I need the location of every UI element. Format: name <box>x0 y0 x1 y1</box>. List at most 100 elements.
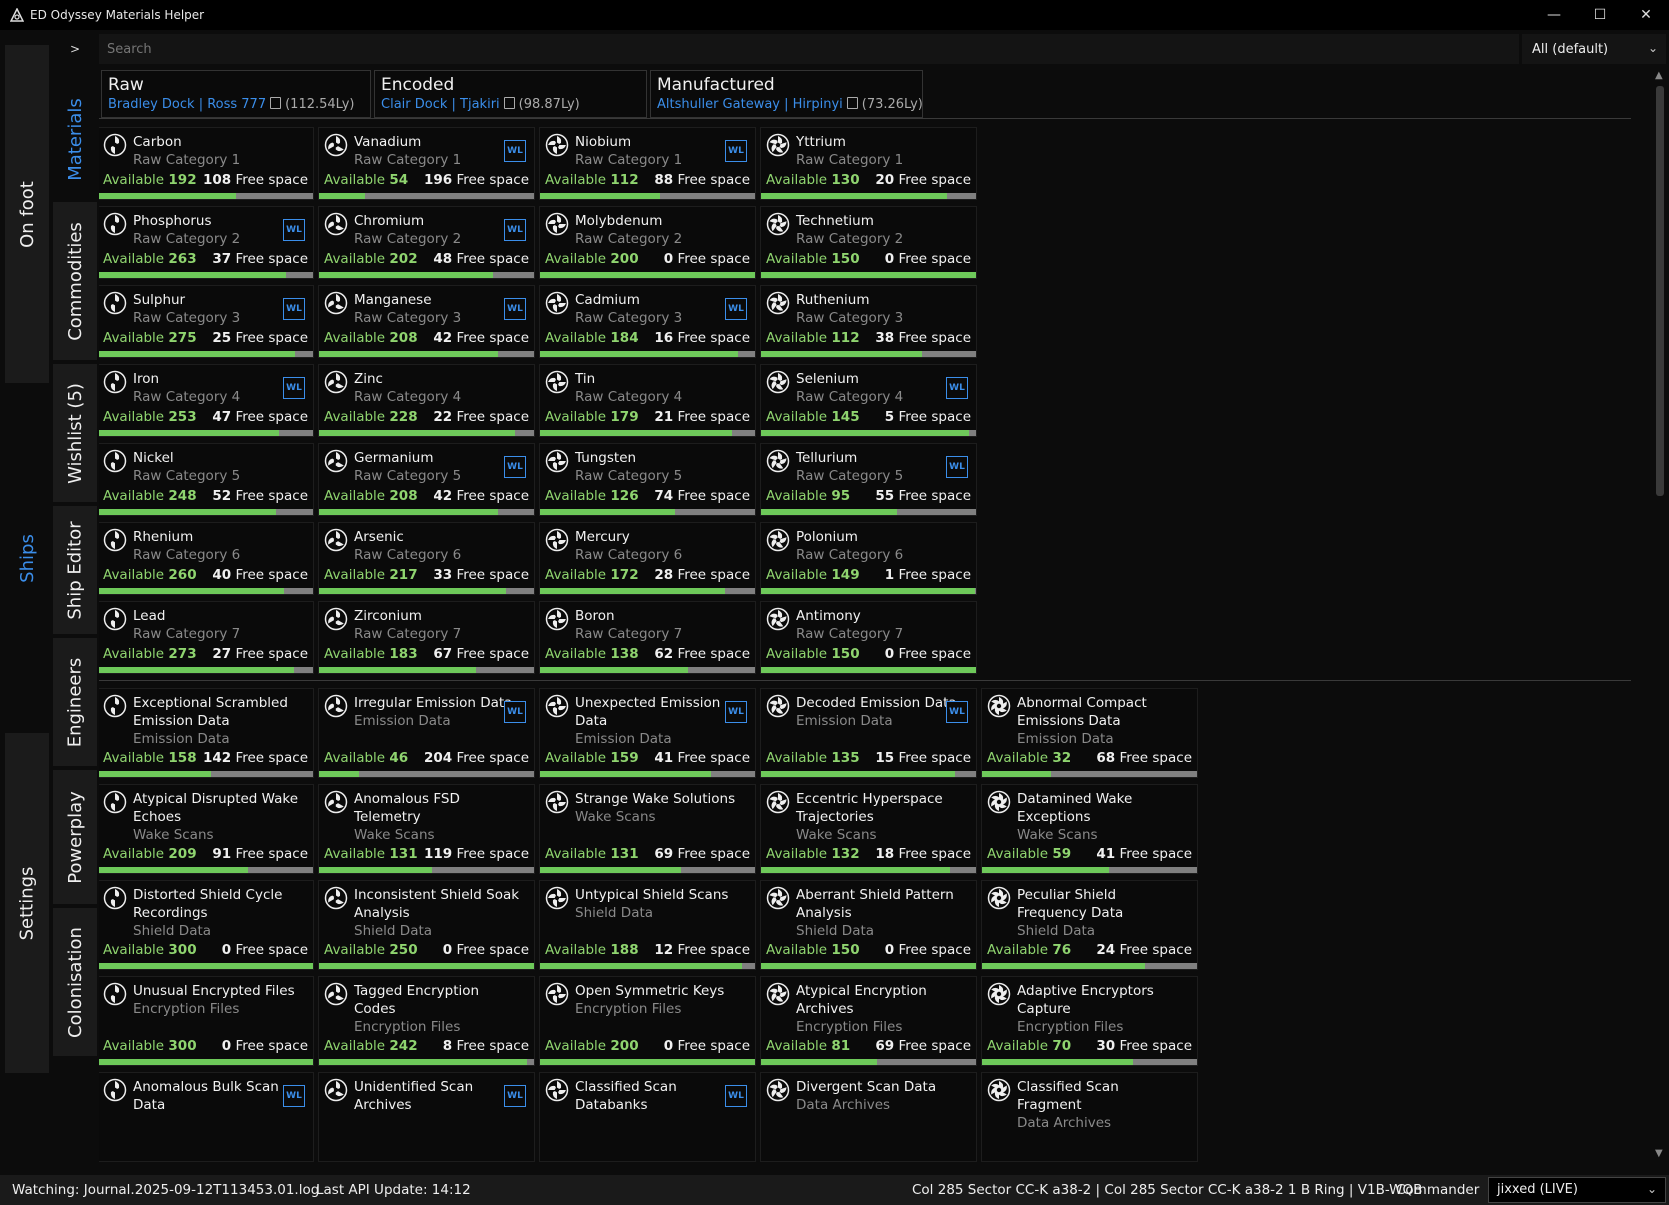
available-count: Available 159 <box>545 750 639 766</box>
tab-settings[interactable]: Settings <box>5 733 49 1075</box>
scrollbar-thumb[interactable] <box>1656 86 1664 496</box>
material-card[interactable]: Selenium Raw Category 4 WL Available 145 5 F… <box>760 364 977 437</box>
material-card[interactable]: Irregular Emission Data Emission Data WL Av… <box>318 688 535 778</box>
free-space-count: 33 Free space <box>433 567 529 583</box>
material-card[interactable]: Peculiar Shield Frequency Data Shield Dat… <box>981 880 1198 970</box>
material-card[interactable]: Tellurium Raw Category 5 WL Available 95 55 … <box>760 443 977 516</box>
material-card[interactable]: Abnormal Compact Emissions Data Emission … <box>981 688 1198 778</box>
material-card[interactable]: Arsenic Raw Category 6 Available 217 33 Fre… <box>318 522 535 595</box>
material-card[interactable]: Exceptional Scrambled Emission Data Emiss… <box>99 688 314 778</box>
material-card[interactable]: Decoded Emission Data Emission Data WL Avai… <box>760 688 977 778</box>
material-card[interactable]: Polonium Raw Category 6 Available 149 1 Fre… <box>760 522 977 595</box>
material-card[interactable]: Classified Scan Fragment Data Archives <box>981 1072 1198 1162</box>
material-card[interactable]: Divergent Scan Data Data Archives <box>760 1072 977 1162</box>
material-card[interactable]: Phosphorus Raw Category 2 WL Available 263 3… <box>99 206 314 279</box>
material-card[interactable]: Untypical Shield Scans Shield Data Availab… <box>539 880 756 970</box>
free-space-count: 24 Free space <box>1096 942 1192 958</box>
material-card[interactable]: Sulphur Raw Category 3 WL Available 275 25 F… <box>99 285 314 358</box>
scroll-down-icon[interactable]: ▼ <box>1655 1148 1663 1159</box>
material-card[interactable]: Eccentric Hyperspace Trajectories Wake Sc… <box>760 784 977 874</box>
material-card[interactable]: Technetium Raw Category 2 Available 150 0 F… <box>760 206 977 279</box>
vertical-scrollbar[interactable]: ▲ ▼ <box>1653 68 1667 1168</box>
material-card[interactable]: Aberrant Shield Pattern Analysis Shield D… <box>760 880 977 970</box>
material-card[interactable]: Mercury Raw Category 6 Available 172 28 Fre… <box>539 522 756 595</box>
material-card[interactable]: Yttrium Raw Category 1 Available 130 20 Fre… <box>760 127 977 200</box>
material-card[interactable]: Zinc Raw Category 4 Available 228 22 Free s… <box>318 364 535 437</box>
maximize-icon[interactable]: ☐ <box>1577 0 1623 30</box>
material-name: Distorted Shield Cycle Recordings Shield … <box>133 886 301 940</box>
scroll-up-icon[interactable]: ▲ <box>1655 70 1663 81</box>
material-card[interactable]: Lead Raw Category 7 Available 273 27 Free s… <box>99 601 314 674</box>
commander-select[interactable]: jixxed (LIVE) ⌄ <box>1488 1177 1666 1203</box>
material-card[interactable]: Manganese Raw Category 3 WL Available 208 42… <box>318 285 535 358</box>
material-grade-icon <box>324 291 348 315</box>
material-card[interactable]: Distorted Shield Cycle Recordings Shield … <box>99 880 314 970</box>
tab-wishlist[interactable]: Wishlist (5) <box>53 364 97 504</box>
available-count: Available 95 <box>766 488 851 504</box>
filter-select[interactable]: All (default) ⌄ <box>1522 34 1666 64</box>
material-card[interactable]: Rhenium Raw Category 6 Available 260 40 Fre… <box>99 522 314 595</box>
material-card[interactable]: Anomalous Bulk Scan Data WL <box>99 1072 314 1162</box>
material-card[interactable]: Chromium Raw Category 2 WL Available 202 48 … <box>318 206 535 279</box>
material-card[interactable]: Tagged Encryption Codes Encryption Files A… <box>318 976 535 1066</box>
material-card[interactable]: Molybdenum Raw Category 2 Available 200 0 F… <box>539 206 756 279</box>
trader-location-link[interactable]: Clair Dock | Tjakiri <box>381 97 500 112</box>
material-card[interactable]: Unusual Encrypted Files Encryption Files A… <box>99 976 314 1066</box>
trader-location-link[interactable]: Altshuller Gateway | Hirpinyi <box>657 97 843 112</box>
material-card[interactable]: Tungsten Raw Category 5 Available 126 74 Fr… <box>539 443 756 516</box>
material-grade-icon <box>766 449 790 473</box>
material-card[interactable]: Iron Raw Category 4 WL Available 253 47 Free… <box>99 364 314 437</box>
close-icon[interactable]: ✕ <box>1623 0 1669 30</box>
material-card[interactable]: Tin Raw Category 4 Available 179 21 Free sp… <box>539 364 756 437</box>
material-card[interactable]: Boron Raw Category 7 Available 138 62 Free … <box>539 601 756 674</box>
material-card[interactable]: Germanium Raw Category 5 WL Available 208 42… <box>318 443 535 516</box>
search-input[interactable] <box>99 34 1519 64</box>
tab-colonisation[interactable]: Colonisation <box>53 908 97 1058</box>
material-grade-icon <box>103 694 127 718</box>
material-card[interactable]: Anomalous FSD Telemetry Wake Scans Availab… <box>318 784 535 874</box>
material-card[interactable]: Ruthenium Raw Category 3 Available 112 38 F… <box>760 285 977 358</box>
material-card[interactable]: Carbon Raw Category 1 Available 192 108 Fre… <box>99 127 314 200</box>
material-card[interactable]: Unexpected Emission Data Emission Data WL A… <box>539 688 756 778</box>
material-card[interactable]: Open Symmetric Keys Encryption Files Avail… <box>539 976 756 1066</box>
free-space-count: 0 Free space <box>663 251 750 267</box>
material-card[interactable]: Niobium Raw Category 1 WL Available 112 88 F… <box>539 127 756 200</box>
free-space-count: 42 Free space <box>433 330 529 346</box>
material-category: Data Archives <box>796 1097 891 1113</box>
copy-icon[interactable] <box>503 97 515 109</box>
copy-icon[interactable] <box>270 97 282 109</box>
material-card[interactable]: Strange Wake Solutions Wake Scans Availabl… <box>539 784 756 874</box>
available-count: Available 242 <box>324 1038 418 1054</box>
available-count: Available 135 <box>766 750 860 766</box>
storage-bar <box>540 351 755 357</box>
tab-materials[interactable]: Materials <box>53 80 97 200</box>
tab-engineers[interactable]: Engineers <box>53 638 97 768</box>
material-card[interactable]: Atypical Encryption Archives Encryption F… <box>760 976 977 1066</box>
copy-icon[interactable] <box>846 97 858 109</box>
tab-ships[interactable]: Ships <box>5 387 49 731</box>
material-card[interactable]: Cadmium Raw Category 3 WL Available 184 16 F… <box>539 285 756 358</box>
trader-location-link[interactable]: Bradley Dock | Ross 777 <box>108 97 266 112</box>
material-card[interactable]: Datamined Wake Exceptions Wake Scans Avail… <box>981 784 1198 874</box>
tab-powerplay[interactable]: Powerplay <box>53 770 97 906</box>
material-grade-icon <box>103 1078 127 1102</box>
tab-on-foot[interactable]: On foot <box>5 45 49 385</box>
material-card[interactable]: Adaptive Encryptors Capture Encryption Fi… <box>981 976 1198 1066</box>
material-card[interactable]: Vanadium Raw Category 1 WL Available 54 196 … <box>318 127 535 200</box>
inner-tab-strip: Materials Commodities Wishlist (5) Ship … <box>53 80 97 1130</box>
material-card[interactable]: Antimony Raw Category 7 Available 150 0 Fre… <box>760 601 977 674</box>
filter-value: All (default) <box>1532 41 1609 57</box>
material-card[interactable]: Unidentified Scan Archives WL <box>318 1072 535 1162</box>
material-card[interactable]: Zirconium Raw Category 7 Available 183 67 F… <box>318 601 535 674</box>
minimize-icon[interactable]: — <box>1531 0 1577 30</box>
material-grade-icon <box>766 528 790 552</box>
material-card[interactable]: Atypical Disrupted Wake Echoes Wake Scans… <box>99 784 314 874</box>
expand-button[interactable]: > <box>53 36 97 62</box>
material-card[interactable]: Classified Scan Databanks WL <box>539 1072 756 1162</box>
trader-manufactured: Manufactured Altshuller Gateway | Hirpin… <box>650 70 923 118</box>
material-card[interactable]: Inconsistent Shield Soak Analysis Shield … <box>318 880 535 970</box>
tab-commodities[interactable]: Commodities <box>53 202 97 362</box>
material-category: Raw Category 3 <box>575 310 683 326</box>
tab-ship-editor[interactable]: Ship Editor <box>53 506 97 636</box>
material-card[interactable]: Nickel Raw Category 5 Available 248 52 Free… <box>99 443 314 516</box>
